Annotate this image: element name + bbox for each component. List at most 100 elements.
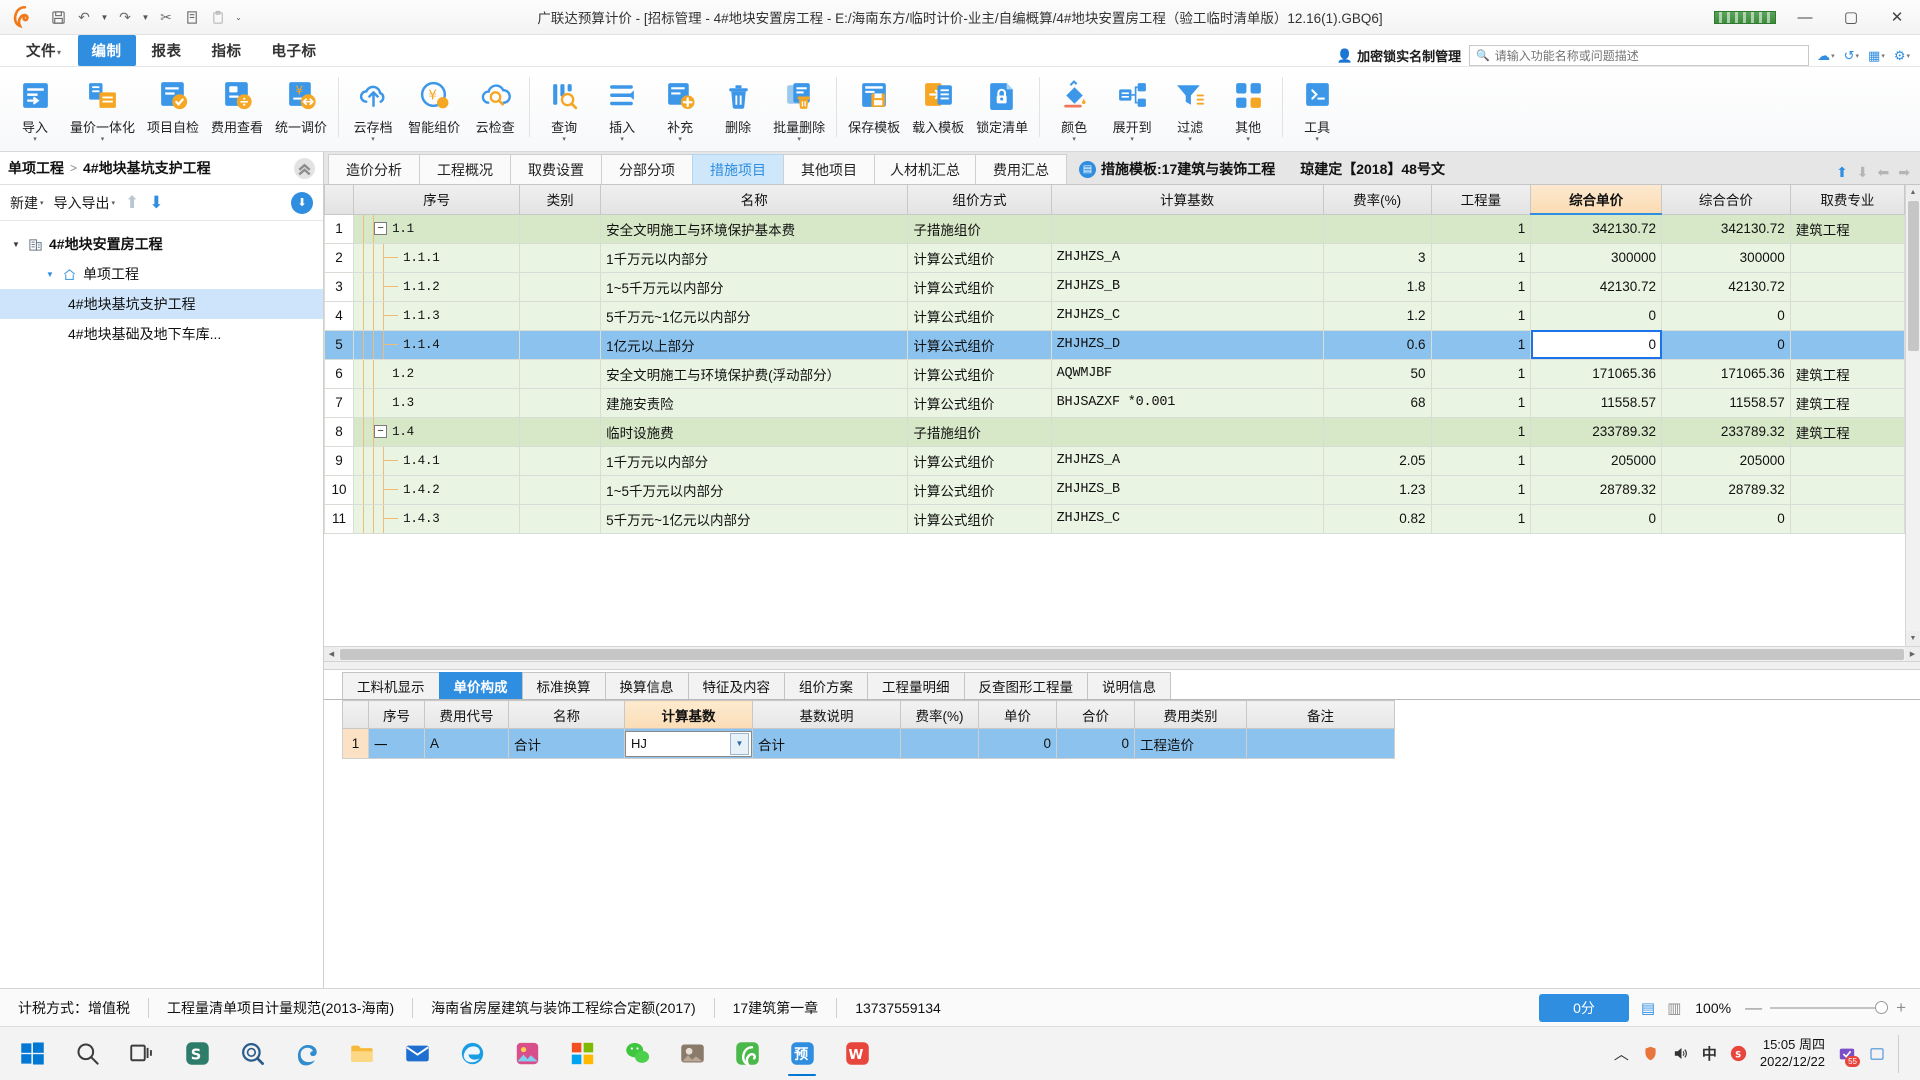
table-row[interactable]: 6 1.2 安全文明施工与环境保护费(浮动部分） 计算公式组价 AQWMJBF 50 1 17… xyxy=(324,358,1905,389)
cell-category[interactable] xyxy=(519,358,602,389)
cell-name[interactable]: 5千万元~1亿元以内部分 xyxy=(600,300,909,331)
new-button[interactable]: 新建 ▾ xyxy=(10,193,44,213)
tray-chevron-up-icon[interactable]: ︿ xyxy=(1614,1043,1629,1064)
show-desktop-button[interactable] xyxy=(1898,1034,1908,1073)
measure-template-indicator[interactable]: ▤ 措施模板:17建筑与装饰工程 xyxy=(1069,154,1290,184)
cell-base[interactable]: AQWMJBF xyxy=(1050,358,1324,389)
ribbon-batch-delete[interactable]: 批量删除 ▾ xyxy=(767,71,831,144)
cell-method[interactable]: 计算公式组价 xyxy=(907,503,1052,534)
cell-category[interactable] xyxy=(519,329,602,360)
arrow-right-icon[interactable]: ➡ xyxy=(1898,164,1910,181)
detail-tab-standard-conversion[interactable]: 标准换算 xyxy=(521,672,606,699)
cell-rate[interactable]: 2.05 xyxy=(1322,445,1432,476)
cell-quantity[interactable]: 1 xyxy=(1430,445,1532,476)
detail-unit-price[interactable]: 0 xyxy=(978,728,1057,759)
cell-method[interactable]: 计算公式组价 xyxy=(907,242,1052,273)
ribbon-quantity-price[interactable]: 量价一体化 ▾ xyxy=(64,71,141,144)
ribbon-query[interactable]: 查询 ▾ xyxy=(535,71,593,144)
col-base[interactable]: 计算基数 xyxy=(1050,185,1324,215)
cell-major[interactable] xyxy=(1789,503,1905,534)
cell-quantity[interactable]: 1 xyxy=(1430,358,1532,389)
ime-indicator[interactable]: 中 xyxy=(1702,1043,1717,1064)
app-edge-legacy[interactable] xyxy=(281,1031,333,1077)
detail-total[interactable]: 0 xyxy=(1056,728,1135,759)
cell-category[interactable] xyxy=(519,387,602,418)
zoom-knob[interactable] xyxy=(1875,1000,1889,1014)
tab-resource-summary[interactable]: 人材机汇总 xyxy=(874,154,976,184)
ribbon-import[interactable]: 导入 ▾ xyxy=(6,71,64,144)
cell-quantity[interactable]: 1 xyxy=(1430,271,1532,302)
cell-method[interactable]: 计算公式组价 xyxy=(907,358,1052,389)
cell-base[interactable]: ZHJHZS_A xyxy=(1050,445,1324,476)
cloud-icon[interactable]: ☁ ▾ xyxy=(1817,48,1835,64)
app-magnifier[interactable] xyxy=(226,1031,278,1077)
table-row[interactable]: 4 1.1.3 5千万元~1亿元以内部分 计算公式组价 ZHJHZS_C 1.2 1 0 0 xyxy=(324,300,1905,331)
dcol-fee-type[interactable]: 费用类别 xyxy=(1134,700,1247,729)
menu-item-ebid[interactable]: 电子标 xyxy=(258,35,331,66)
cell-base[interactable]: ZHJHZS_C xyxy=(1050,300,1324,331)
cell-major[interactable]: 建筑工程 xyxy=(1789,387,1905,418)
cell-base[interactable]: ZHJHZS_D xyxy=(1050,329,1324,360)
dcol-rate[interactable]: 费率(%) xyxy=(900,700,979,729)
table-row[interactable]: 5 1.1.4 1亿元以上部分 计算公式组价 ZHJHZS_D 0.6 1 0 0 xyxy=(324,329,1905,360)
cell-base[interactable] xyxy=(1050,416,1324,447)
cell-name[interactable]: 安全文明施工与环境保护基本费 xyxy=(600,213,909,244)
cell-unit-price[interactable]: 205000 xyxy=(1530,445,1663,476)
cell-unit-price[interactable]: 300000 xyxy=(1530,242,1663,273)
cell-major[interactable]: 建筑工程 xyxy=(1789,213,1905,244)
col-category[interactable]: 类别 xyxy=(519,185,602,215)
tab-other-items[interactable]: 其他项目 xyxy=(783,154,875,184)
cell-category[interactable] xyxy=(519,242,602,273)
chevron-down-icon[interactable]: ▼ xyxy=(10,240,22,249)
tree-node-project[interactable]: ▼ 4#地块安置房工程 xyxy=(0,229,323,259)
tree-node-unit[interactable]: ▼ 单项工程 xyxy=(0,259,323,289)
zoom-slider[interactable]: — + xyxy=(1745,998,1906,1018)
table-row[interactable]: 2 1.1.1 1千万元以内部分 计算公式组价 ZHJHZS_A 3 1 300000 3000… xyxy=(324,242,1905,273)
tab-fee-settings[interactable]: 取费设置 xyxy=(510,154,602,184)
breadcrumb-leaf[interactable]: 4#地块基坑支护工程 xyxy=(83,158,211,178)
app-glodon[interactable] xyxy=(721,1031,773,1077)
app-budget[interactable]: 预 xyxy=(776,1031,828,1077)
ribbon-expand-to[interactable]: 展开到 ▾ xyxy=(1103,71,1161,144)
grid-vertical-scrollbar[interactable]: ▲ ▼ xyxy=(1905,185,1920,646)
cell-quantity[interactable]: 1 xyxy=(1430,503,1532,534)
chevron-down-icon[interactable]: ▼ xyxy=(730,732,749,755)
ribbon-cost-view[interactable]: 费用查看 xyxy=(205,71,269,136)
task-view[interactable] xyxy=(116,1031,168,1077)
ribbon-load-template[interactable]: 载入模板 xyxy=(906,71,970,136)
dcol-total[interactable]: 合价 xyxy=(1056,700,1135,729)
save-icon[interactable] xyxy=(46,5,70,29)
clock[interactable]: 15:05 周四 2022/12/22 xyxy=(1760,1037,1825,1070)
security-icon[interactable] xyxy=(1642,1045,1659,1062)
cell-quantity[interactable]: 1 xyxy=(1430,329,1532,360)
scroll-thumb-h[interactable] xyxy=(340,648,1904,660)
cell-base[interactable]: ZHJHZS_B xyxy=(1050,474,1324,505)
dcol-calc-base[interactable]: 计算基数 xyxy=(624,700,753,729)
cell-major[interactable]: 建筑工程 xyxy=(1789,358,1905,389)
paste-icon[interactable] xyxy=(206,5,230,29)
detail-row[interactable]: 1 一 A 合计 HJ ▼ 合计 0 0 工程造价 xyxy=(342,728,1395,759)
scroll-thumb[interactable] xyxy=(1907,201,1919,351)
chevron-down-icon[interactable]: ▼ xyxy=(44,270,56,279)
menu-item-indicator[interactable]: 指标 xyxy=(198,35,256,66)
score-badge[interactable]: 0分 xyxy=(1539,993,1629,1022)
sogou-icon[interactable]: S xyxy=(1730,1045,1747,1062)
cell-unit-price[interactable]: 28789.32 xyxy=(1530,474,1663,505)
table-row[interactable]: 11 1.4.3 5千万元~1亿元以内部分 计算公式组价 ZHJHZS_C 0.82 1 0 0 xyxy=(324,503,1905,534)
table-row[interactable]: 7 1.3 建施安责险 计算公式组价 BHJSAZXF *0.001 68 1 11558.5… xyxy=(324,387,1905,418)
col-major[interactable]: 取费专业 xyxy=(1789,185,1905,215)
cell-method[interactable]: 计算公式组价 xyxy=(907,271,1052,302)
zoom-track[interactable] xyxy=(1770,1000,1889,1014)
cell-total-price[interactable]: 233789.32 xyxy=(1661,416,1791,447)
move-down-icon[interactable]: ⬇ xyxy=(149,193,163,213)
maximize-button[interactable]: ▢ xyxy=(1828,0,1874,35)
cell-quantity[interactable]: 1 xyxy=(1430,474,1532,505)
col-total-price[interactable]: 综合合价 xyxy=(1661,185,1791,215)
cell-method[interactable]: 计算公式组价 xyxy=(907,474,1052,505)
tree-node-foundation-pit[interactable]: 4#地块基坑支护工程 xyxy=(0,289,323,319)
volume-icon[interactable] xyxy=(1672,1045,1689,1062)
cell-major[interactable] xyxy=(1789,474,1905,505)
app-store[interactable] xyxy=(556,1031,608,1077)
undo-dropdown-icon[interactable]: ▼ xyxy=(98,5,111,29)
detail-rate[interactable] xyxy=(900,728,979,759)
